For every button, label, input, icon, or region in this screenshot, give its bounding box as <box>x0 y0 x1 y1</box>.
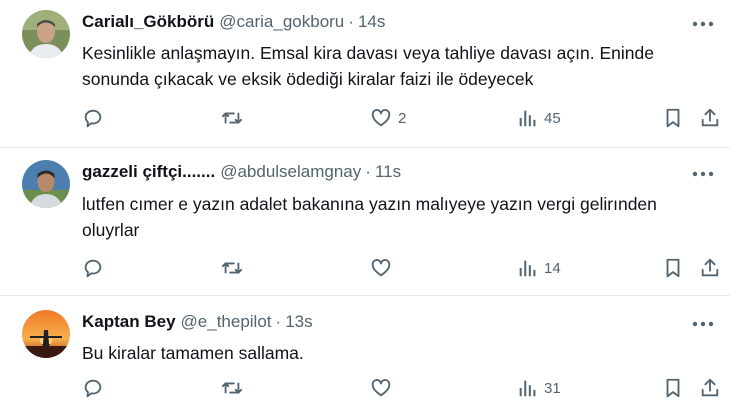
tweet[interactable]: Carialı_Gökbörü @caria_gokboru · 14s Kes… <box>0 0 730 148</box>
retweet-button[interactable] <box>221 376 243 400</box>
reply-icon <box>84 259 102 278</box>
display-name[interactable]: Carialı_Gökbörü <box>82 12 214 32</box>
user-handle[interactable]: @e_thepilot <box>181 312 272 332</box>
like-icon <box>371 379 391 397</box>
retweet-icon <box>221 382 243 394</box>
tweet-text: lutfen cımer e yazın adalet bakanına yaz… <box>82 194 657 240</box>
avatar[interactable] <box>22 310 70 358</box>
display-name[interactable]: gazzeli çiftçi....... <box>82 162 215 182</box>
views-icon <box>519 110 536 127</box>
retweet-icon <box>221 112 243 124</box>
timestamp[interactable]: 11s <box>375 162 401 182</box>
more-icon[interactable] <box>690 314 716 334</box>
reply-button[interactable] <box>82 256 104 280</box>
views-button[interactable]: 14 <box>516 256 561 280</box>
user-handle[interactable]: @abdulselamgnay <box>220 162 361 182</box>
views-count: 14 <box>544 259 561 277</box>
reply-icon <box>84 109 102 128</box>
views-count: 45 <box>544 109 561 127</box>
reply-button[interactable] <box>82 376 104 400</box>
more-icon[interactable] <box>690 14 716 34</box>
tweet-header: Carialı_Gökbörü @caria_gokboru · 14s <box>82 12 385 32</box>
retweet-button[interactable] <box>221 256 243 280</box>
views-button[interactable]: 31 <box>516 376 561 400</box>
like-count: 2 <box>398 109 407 127</box>
separator-dot: · <box>275 312 282 331</box>
tweet[interactable]: Kaptan Bey @e_thepilot · 13s Bu kiralar … <box>0 296 730 420</box>
retweet-button[interactable] <box>221 106 243 130</box>
like-icon <box>371 259 391 277</box>
views-button[interactable]: 45 <box>516 106 561 130</box>
timestamp[interactable]: 13s <box>285 312 312 332</box>
like-button[interactable] <box>370 376 398 400</box>
avatar[interactable] <box>22 10 70 58</box>
tweet[interactable]: gazzeli çiftçi....... @abdulselamgnay · … <box>0 148 730 296</box>
share-icon <box>701 258 719 277</box>
like-button[interactable]: 2 <box>370 106 406 130</box>
like-button[interactable] <box>370 256 398 280</box>
action-bar: 31 <box>82 376 730 400</box>
bookmark-icon <box>666 258 680 278</box>
reply-button[interactable] <box>82 106 104 130</box>
more-icon[interactable] <box>690 164 716 184</box>
share-icon <box>701 108 719 127</box>
display-name[interactable]: Kaptan Bey <box>82 312 176 332</box>
retweet-icon <box>221 262 243 274</box>
like-icon <box>371 109 391 127</box>
tweet-text: Bu kiralar tamamen sallama. <box>82 343 304 363</box>
action-bar: 14 <box>82 256 730 280</box>
bookmark-button[interactable] <box>662 256 684 280</box>
views-count: 31 <box>544 379 561 397</box>
tweet-header: gazzeli çiftçi....... @abdulselamgnay · … <box>82 162 401 182</box>
share-button[interactable] <box>699 256 721 280</box>
bookmark-icon <box>666 378 680 398</box>
views-icon <box>519 260 536 277</box>
separator-dot: · <box>348 12 354 31</box>
share-button[interactable] <box>699 106 721 130</box>
timestamp[interactable]: 14s <box>358 12 385 32</box>
tweet-header: Kaptan Bey @e_thepilot · 13s <box>82 312 313 332</box>
views-icon <box>519 380 536 397</box>
tweet-text: Kesinlikle anlaşmayın. Emsal kira davası… <box>82 43 654 89</box>
share-icon <box>701 378 719 397</box>
separator-dot: · <box>365 162 371 181</box>
bookmark-icon <box>666 108 680 128</box>
avatar[interactable] <box>22 160 70 208</box>
reply-icon <box>84 379 102 398</box>
action-bar: 2 45 <box>82 106 730 130</box>
bookmark-button[interactable] <box>662 106 684 130</box>
share-button[interactable] <box>699 376 721 400</box>
user-handle[interactable]: @caria_gokboru <box>219 12 344 32</box>
bookmark-button[interactable] <box>662 376 684 400</box>
